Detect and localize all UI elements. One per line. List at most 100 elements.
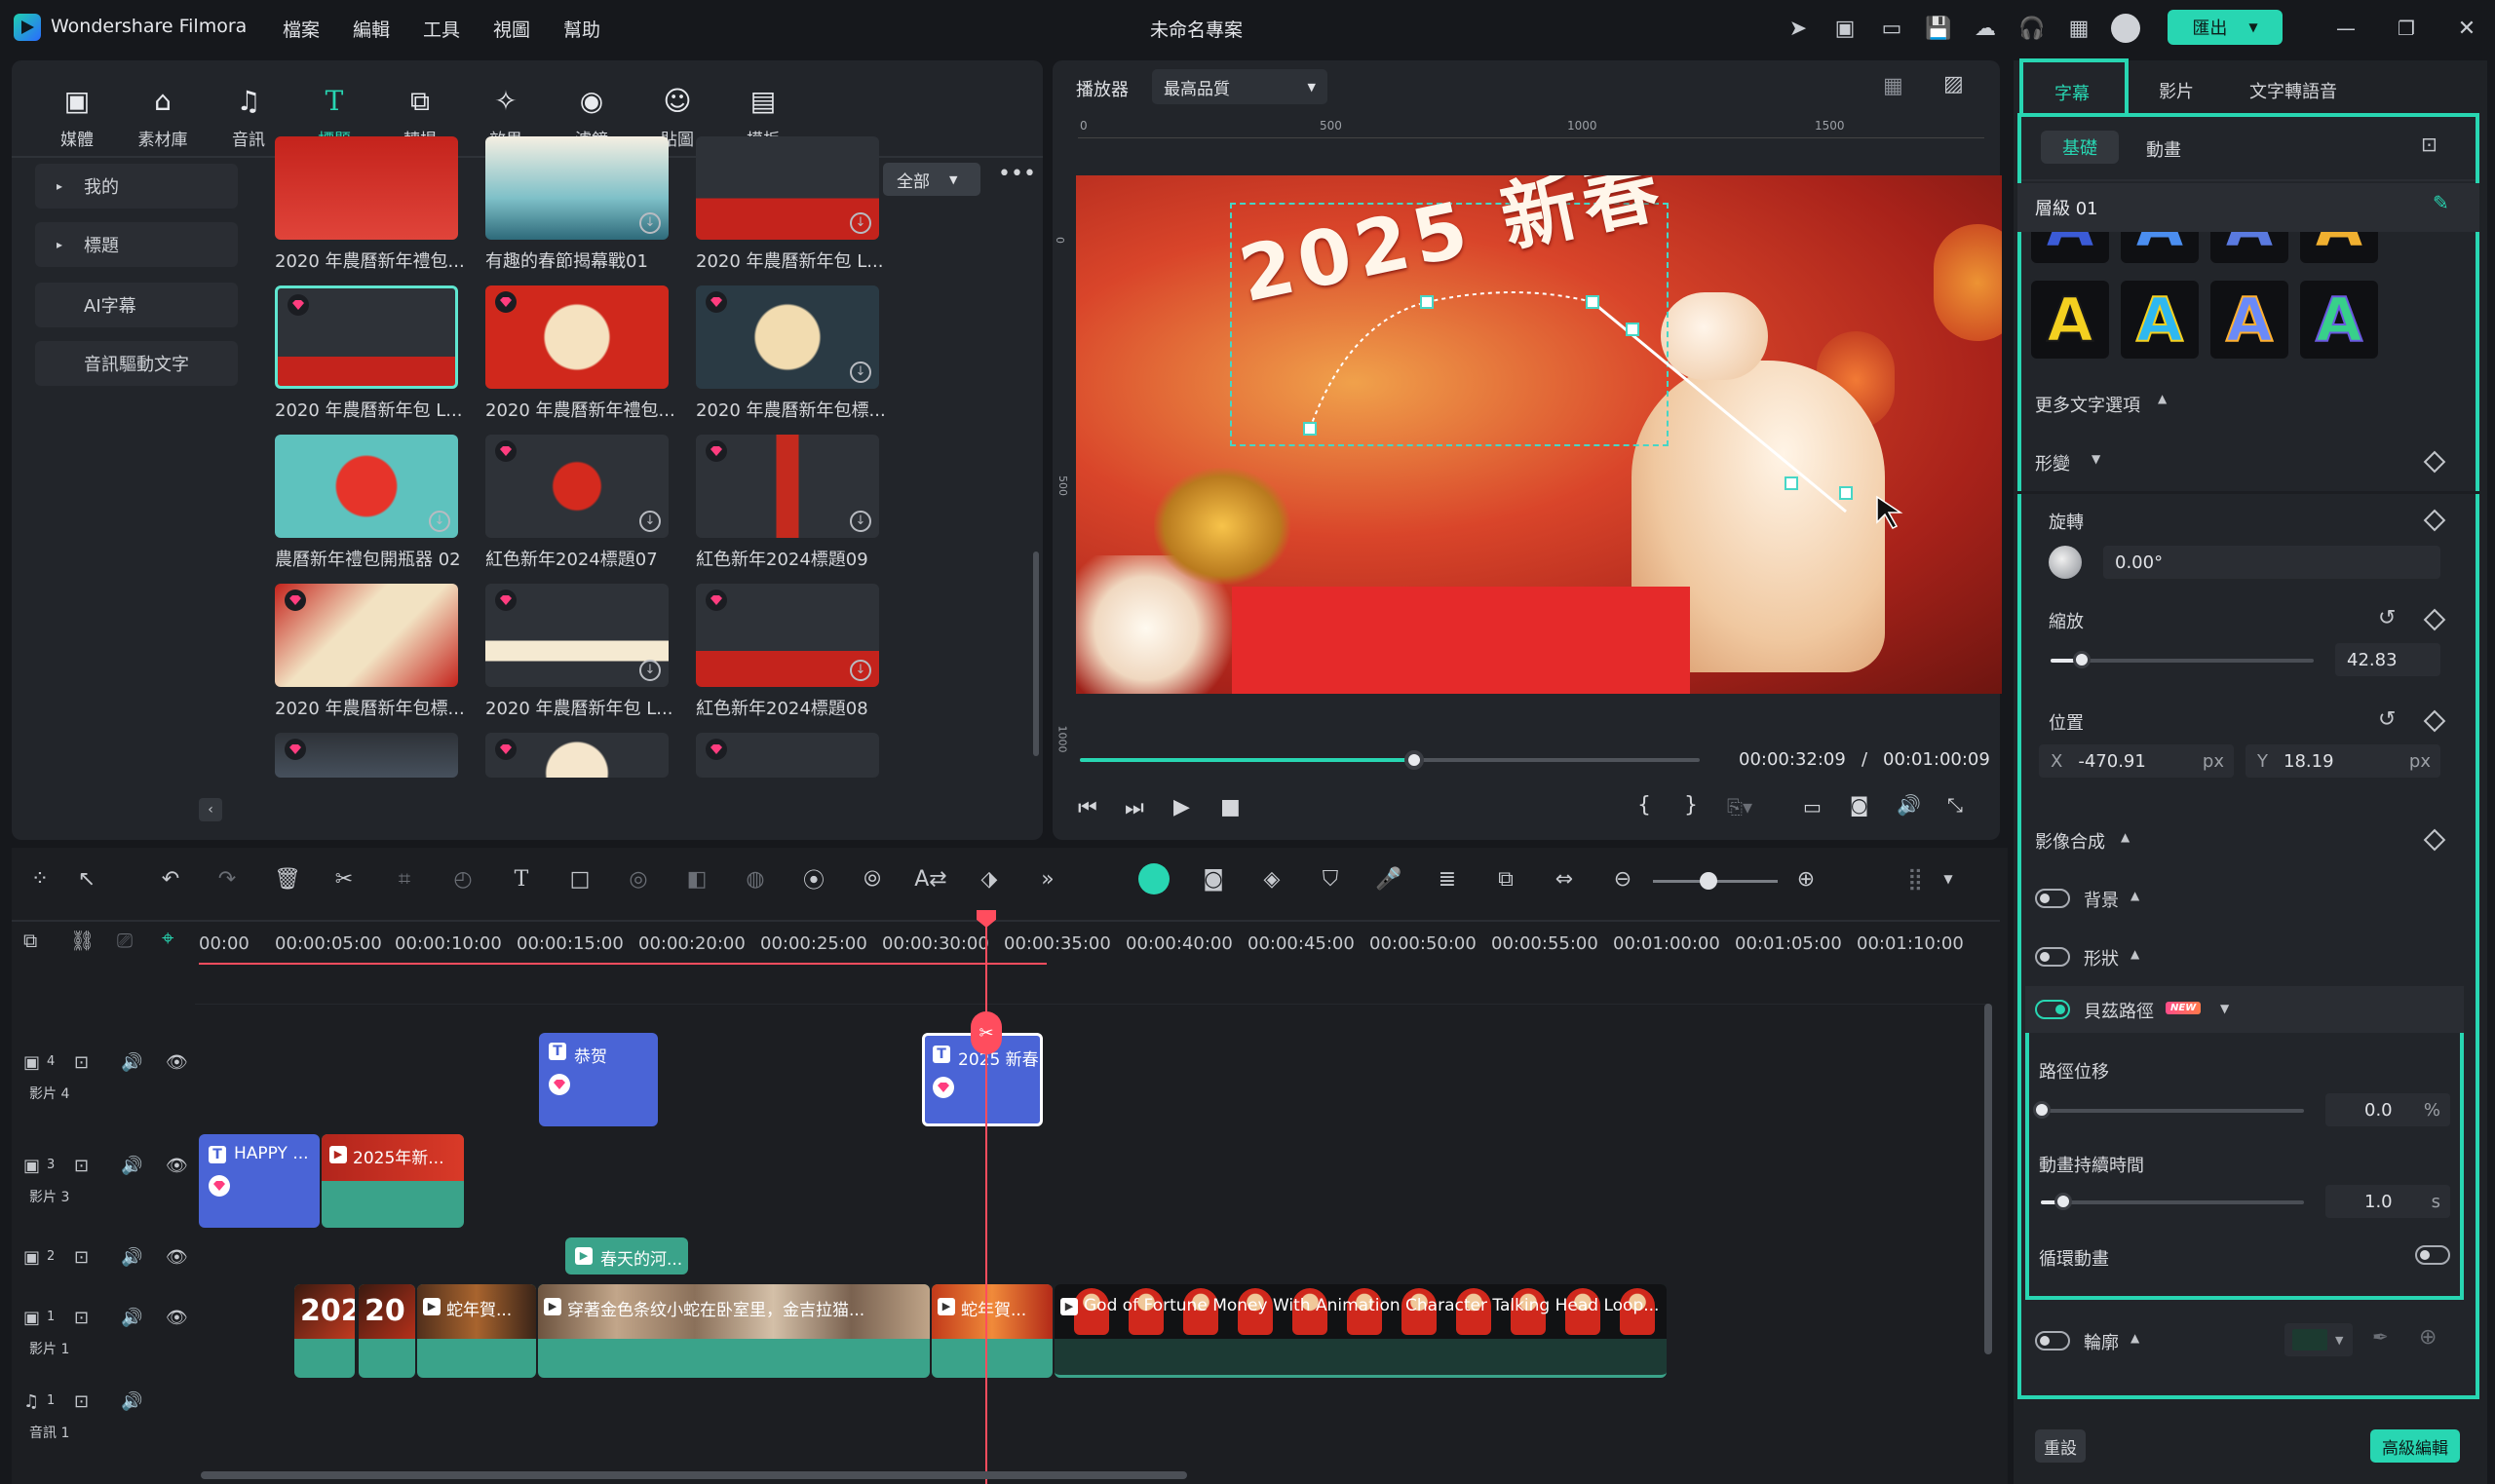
reset-button[interactable]: 重設 <box>2035 1429 2086 1463</box>
eye-icon[interactable]: 👁 <box>166 1308 188 1328</box>
avatar[interactable] <box>2111 14 2140 43</box>
video-clip[interactable]: ▶ 蛇年賀... <box>417 1284 536 1378</box>
loop-toggle[interactable] <box>2415 1245 2450 1265</box>
bezier-point[interactable] <box>1626 323 1639 336</box>
prev-frame-icon[interactable]: ⏮ <box>1078 796 1097 820</box>
snap-icon[interactable]: ⌖ <box>162 927 173 951</box>
rotate-dial[interactable] <box>2049 546 2082 579</box>
position-y-input[interactable]: Y 18.19 px <box>2246 744 2440 778</box>
timeline-layout-icon[interactable]: ⣿ <box>1899 862 1932 895</box>
rect-icon[interactable]: □ <box>563 862 596 895</box>
title-clip[interactable]: T 恭贺 <box>539 1033 658 1126</box>
text-style-preset[interactable]: A <box>2300 232 2378 263</box>
download-icon[interactable]: ↓ <box>639 660 661 681</box>
path-offset-input[interactable]: 0.0 % <box>2325 1093 2450 1126</box>
keyframe-tag-icon[interactable]: ⬗ <box>973 862 1006 895</box>
bezier-point[interactable] <box>1303 422 1317 436</box>
menu-view[interactable]: 視圖 <box>493 16 530 42</box>
bezier-path-overlay[interactable] <box>1076 175 2002 694</box>
caret-up-icon[interactable]: ▲ <box>2130 889 2139 902</box>
compositing-section[interactable]: 影像合成 <box>2035 828 2105 854</box>
duration-knob[interactable] <box>2054 1193 2072 1210</box>
template-thumbnail[interactable] <box>696 733 879 778</box>
video-canvas[interactable]: 2025 新春 <box>1076 175 2002 694</box>
tab-media[interactable]: ▣ 媒體 <box>43 85 111 150</box>
pip-icon[interactable]: ⧉ <box>1489 862 1522 895</box>
reset-icon[interactable]: ↺ <box>2378 606 2396 630</box>
path-offset-knob[interactable] <box>2033 1101 2051 1119</box>
lock-icon[interactable]: ⊡ <box>74 1156 89 1176</box>
undo-icon[interactable]: ↶ <box>154 862 187 895</box>
close-icon[interactable]: ✕ <box>2452 14 2481 43</box>
zoom-in-icon[interactable]: ⊕ <box>1789 862 1823 895</box>
quality-dropdown[interactable]: 最高品質 ▼ <box>1152 69 1327 104</box>
download-icon[interactable]: ↓ <box>639 511 661 532</box>
eyedropper-icon[interactable]: ✒ <box>2372 1325 2389 1349</box>
volume-icon[interactable]: 🔊 <box>121 1052 142 1073</box>
volume-icon[interactable]: 🔊 <box>121 1308 142 1328</box>
ai-text-icon[interactable]: ◧ <box>680 862 713 895</box>
download-icon[interactable]: ↓ <box>850 361 871 383</box>
restore-icon[interactable]: ❐ <box>2392 14 2421 43</box>
mark-in-icon[interactable]: { <box>1637 793 1651 818</box>
split-scissors-icon[interactable]: ✂ <box>971 1011 1002 1054</box>
speed-icon[interactable]: ◴ <box>446 862 480 895</box>
delete-icon[interactable]: 🗑 <box>271 862 304 895</box>
template-thumbnail[interactable]: ↓ <box>696 435 879 538</box>
advanced-edit-button[interactable]: 高級編輯 <box>2370 1429 2460 1463</box>
duration-input[interactable]: 1.0 s <box>2325 1185 2450 1218</box>
chevron-down-icon[interactable]: ▼ <box>1932 862 1965 895</box>
duration-slider[interactable] <box>2041 1200 2304 1204</box>
bezier-point[interactable] <box>1839 486 1853 500</box>
volume-icon[interactable]: 🔊 <box>121 1156 142 1176</box>
magnet-icon[interactable]: ⎚ <box>117 929 133 952</box>
volume-icon[interactable]: 🔊 <box>121 1247 142 1268</box>
sidebar-item-titles[interactable]: ▸ 標題 <box>35 222 238 267</box>
fit-icon[interactable]: ⇔ <box>1548 862 1581 895</box>
outline-toggle[interactable] <box>2035 1331 2070 1351</box>
template-thumbnail[interactable]: ↓ <box>696 285 879 389</box>
template-thumbnail[interactable] <box>485 733 669 778</box>
template-thumbnail[interactable] <box>275 584 458 687</box>
subtab-basic[interactable]: 基礎 <box>2041 131 2119 164</box>
tab-video[interactable]: 影片 <box>2159 78 2194 103</box>
download-icon[interactable]: ↓ <box>639 212 661 234</box>
bezier-toggle[interactable] <box>2035 1000 2070 1019</box>
video-clip[interactable]: ▶ 穿著金色条纹小蛇在卧室里，金吉拉猫... <box>538 1284 930 1378</box>
rotate-input[interactable]: 0.00° <box>2103 546 2440 579</box>
sidebar-item-ai-captions[interactable]: AI字幕 <box>35 283 238 327</box>
caret-down-icon[interactable]: ▼ <box>2092 452 2100 466</box>
scale-slider-knob[interactable] <box>2073 651 2092 668</box>
timeline-h-scrollbar[interactable] <box>201 1471 1187 1479</box>
camera-fx-icon[interactable]: ◙ <box>1197 862 1230 895</box>
menu-tools[interactable]: 工具 <box>423 16 460 42</box>
sidebar-item-mine[interactable]: ▸ 我的 <box>35 164 238 209</box>
cloud-icon[interactable]: ☁ <box>1971 14 2000 43</box>
export-button[interactable]: 匯出 ▼ <box>2168 10 2283 45</box>
download-icon[interactable]: ↓ <box>850 212 871 234</box>
more-tools-icon[interactable]: » <box>1031 862 1064 895</box>
text-icon[interactable]: T <box>505 862 538 895</box>
send-icon[interactable]: ➤ <box>1784 14 1813 43</box>
tab-stock[interactable]: ⌂ 素材庫 <box>129 85 197 150</box>
lock-icon[interactable]: ⊡ <box>74 1391 89 1412</box>
ai-tool-icon[interactable]: ◎ <box>622 862 655 895</box>
ai-pen-icon[interactable]: ✎ <box>2433 191 2449 214</box>
eye-icon[interactable]: 👁 <box>166 1247 188 1268</box>
transform-section[interactable]: 形變 <box>2035 450 2070 476</box>
lock-icon[interactable]: ⊡ <box>74 1247 89 1268</box>
insert-icon[interactable]: ⎘▾ <box>1727 795 1752 818</box>
mark-out-icon[interactable]: } <box>1684 793 1698 818</box>
eye-icon[interactable]: 👁 <box>166 1052 188 1073</box>
scale-input[interactable]: 42.83 <box>2335 643 2440 676</box>
video-clip[interactable]: ▶ 蛇年賀... <box>932 1284 1053 1378</box>
minimize-icon[interactable]: — <box>2331 14 2361 43</box>
lock-icon[interactable]: ⊡ <box>74 1052 89 1073</box>
audio-stretch-icon[interactable]: ⦾ <box>856 862 889 895</box>
stop-icon[interactable]: ■ <box>1220 795 1241 819</box>
template-thumbnail[interactable]: ↓ <box>696 584 879 687</box>
ai-copilot-icon[interactable] <box>1138 863 1170 894</box>
menu-file[interactable]: 檔案 <box>283 16 320 42</box>
caret-up-icon[interactable]: ▲ <box>2130 1331 2139 1345</box>
keyframe-diamond-icon[interactable] <box>2423 450 2446 474</box>
